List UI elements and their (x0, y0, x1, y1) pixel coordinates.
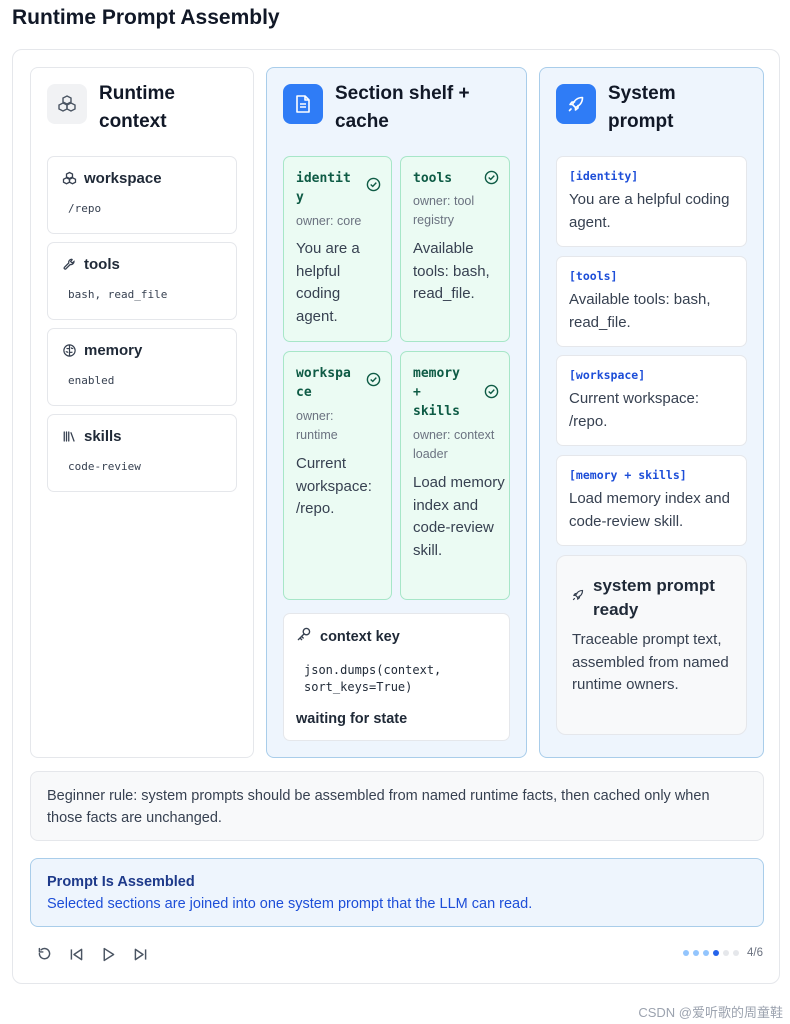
system-prompt-panel: System prompt [identity] You are a helpf… (539, 67, 764, 758)
section-shelf-panel: Section shelf + cache identity owner: co… (266, 67, 527, 758)
check-circle-icon (366, 372, 381, 392)
cubes-icon (61, 170, 78, 187)
step-pager: 4/6 (679, 947, 763, 959)
context-key-state: waiting for state (296, 711, 408, 727)
step-dot-active[interactable] (713, 950, 719, 956)
system-prompt-title: System prompt (608, 83, 676, 132)
prompt-part-text: Current workspace: /repo. (569, 390, 700, 430)
system-prompt-ready-text: Traceable prompt text, assembled from na… (572, 631, 729, 694)
page-title: Runtime Prompt Assembly (12, 6, 280, 29)
context-item-label: workspace (84, 170, 162, 187)
restart-icon (38, 947, 50, 959)
section-owner: owner: core (296, 214, 362, 228)
step-dot[interactable] (693, 950, 699, 956)
context-item-label: skills (84, 428, 122, 445)
step-description: Selected sections are joined into one sy… (47, 896, 533, 912)
step-title: Prompt Is Assembled (47, 874, 195, 890)
section-name: workspace (296, 366, 351, 400)
context-item-value: enabled (68, 374, 115, 387)
watermark: CSDN @爱听歌的周童鞋 (638, 1005, 783, 1020)
prompt-part-tag: [identity] (569, 169, 639, 183)
prompt-part-workspace: [workspace] Current workspace: /repo. (556, 355, 747, 446)
key-icon (296, 626, 312, 647)
runtime-context-panel: Runtime context workspace /repo tools ba… (30, 67, 254, 758)
prompt-part-text: You are a helpful coding agent. (569, 191, 730, 231)
section-body: Current workspace: /repo. (296, 455, 372, 518)
section-card-workspace: workspace owner: runtime Current workspa… (283, 351, 392, 600)
playback-controls (33, 943, 161, 965)
section-card-identity: identity owner: core You are a helpful c… (283, 156, 392, 342)
library-icon (61, 428, 78, 445)
prompt-part-tag: [workspace] (569, 368, 646, 382)
skip-back-icon (70, 948, 82, 960)
section-body: You are a helpful coding agent. (296, 240, 360, 325)
prompt-part-tag: [memory + skills] (569, 468, 687, 482)
check-circle-icon (484, 384, 499, 404)
cubes-icon (47, 84, 87, 124)
step-dot[interactable] (733, 950, 739, 956)
prompt-part-memory-skills: [memory + skills] Load memory index and … (556, 455, 747, 546)
skip-forward-icon (134, 948, 146, 960)
prompt-part-text: Load memory index and code-review skill. (569, 490, 730, 530)
check-circle-icon (484, 170, 499, 190)
step-dot[interactable] (703, 950, 709, 956)
section-owner: owner: runtime (296, 409, 338, 442)
section-owner: owner: tool registry (413, 194, 475, 227)
context-item-label: memory (84, 342, 143, 359)
previous-step-button[interactable] (65, 943, 87, 965)
context-item-memory: memory enabled (47, 328, 237, 406)
step-status-panel: Prompt Is Assembled Selected sections ar… (30, 858, 764, 927)
rocket-icon (571, 588, 585, 607)
diagram-frame: Runtime context workspace /repo tools ba… (12, 49, 780, 984)
section-body: Available tools: bash, read_file. (413, 240, 490, 303)
system-prompt-ready-label: system prompt ready (593, 576, 715, 619)
section-body: Load memory index and code-review skill. (413, 474, 505, 559)
section-shelf-title: Section shelf + cache (335, 83, 470, 132)
next-step-button[interactable] (129, 943, 151, 965)
step-counter: 4/6 (747, 947, 763, 959)
context-key-card: context key json.dumps(context, sort_key… (283, 613, 510, 741)
play-icon (103, 947, 114, 961)
section-card-memory-skills: memory + skills owner: context loader Lo… (400, 351, 510, 600)
context-item-value: /repo (68, 202, 102, 215)
wrench-icon (61, 256, 78, 273)
brain-icon (61, 342, 78, 359)
restart-button[interactable] (33, 943, 55, 965)
context-item-value: bash, read_file (68, 288, 168, 301)
context-key-code: json.dumps(context, sort_keys=True) (304, 663, 442, 694)
section-card-tools: tools owner: tool registry Available too… (400, 156, 510, 342)
context-item-label: tools (84, 256, 120, 273)
context-item-value: code-review (68, 460, 141, 473)
play-button[interactable] (97, 943, 119, 965)
prompt-part-tools: [tools] Available tools: bash, read_file… (556, 256, 747, 347)
step-dot[interactable] (683, 950, 689, 956)
context-item-workspace: workspace /repo (47, 156, 237, 234)
system-prompt-ready-card: system prompt ready Traceable prompt tex… (556, 555, 747, 735)
prompt-part-tag: [tools] (569, 269, 618, 283)
section-name: identity (296, 171, 351, 205)
context-key-label: context key (320, 628, 400, 645)
beginner-rule-note: Beginner rule: system prompts should be … (30, 771, 764, 841)
rocket-icon (556, 84, 596, 124)
runtime-context-title: Runtime context (99, 83, 175, 132)
context-item-tools: tools bash, read_file (47, 242, 237, 320)
check-circle-icon (366, 177, 381, 197)
document-icon (283, 84, 323, 124)
section-name: tools (413, 171, 453, 186)
step-dot[interactable] (723, 950, 729, 956)
prompt-part-identity: [identity] You are a helpful coding agen… (556, 156, 747, 247)
section-name: memory + skills (413, 366, 460, 419)
section-owner: owner: context loader (413, 428, 495, 461)
context-item-skills: skills code-review (47, 414, 237, 492)
prompt-part-text: Available tools: bash, read_file. (569, 291, 711, 331)
